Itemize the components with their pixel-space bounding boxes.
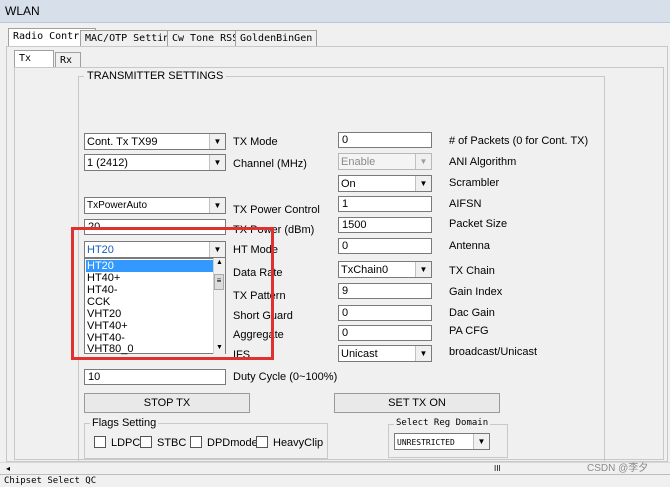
packet-size-label: Packet Size <box>449 218 508 230</box>
chevron-down-icon: ▼ <box>415 154 431 169</box>
reg-domain-select[interactable]: UNRESTRICTED ▼ <box>394 433 490 450</box>
tx-power-control-label: TX Power Control <box>233 204 320 216</box>
chevron-down-icon: ▼ <box>209 134 225 149</box>
packets-label: # of Packets (0 for Cont. TX) <box>449 135 589 147</box>
ani-algorithm-select[interactable]: Enable ▼ <box>338 153 432 170</box>
tx-mode-select[interactable]: Cont. Tx TX99 ▼ <box>84 133 226 150</box>
chevron-down-icon: ▼ <box>209 198 225 213</box>
gain-index-field[interactable]: 9 <box>338 283 432 299</box>
gain-index-label: Gain Index <box>449 286 503 298</box>
tx-power-control-select[interactable]: TxPowerAuto ▼ <box>84 197 226 214</box>
chevron-down-icon: ▼ <box>415 262 431 277</box>
checkbox-box[interactable] <box>140 436 152 448</box>
chipset-select-label: Chipset Select QC <box>4 476 97 486</box>
tx-mode-label: TX Mode <box>233 136 278 148</box>
broadcast-label: broadcast/Unicast <box>449 346 538 358</box>
stop-tx-button[interactable]: STOP TX <box>84 393 250 413</box>
aifsn-field[interactable]: 1 <box>338 196 432 212</box>
ani-algorithm-label: ANI Algorithm <box>449 156 517 168</box>
dac-gain-label: Dac Gain <box>449 307 495 319</box>
window-title: WLAN <box>5 4 40 18</box>
chevron-down-icon: ▼ <box>415 176 431 191</box>
dpdmode-checkbox[interactable]: DPDmode <box>190 436 258 449</box>
tab-goldenbingen[interactable]: GoldenBinGen <box>235 30 318 47</box>
tx-chain-label: TX Chain <box>449 265 495 277</box>
tx-chain-select[interactable]: TxChain0 ▼ <box>338 261 432 278</box>
checkbox-box[interactable] <box>190 436 202 448</box>
chevron-down-icon: ▼ <box>415 346 431 361</box>
pa-cfg-field[interactable]: 0 <box>338 325 432 341</box>
duty-cycle-field[interactable]: 10 <box>84 369 226 385</box>
dac-gain-field[interactable]: 0 <box>338 305 432 321</box>
antenna-label: Antenna <box>449 240 490 252</box>
packet-size-field[interactable]: 1500 <box>338 217 432 233</box>
chevron-down-icon: ▼ <box>473 434 489 449</box>
pa-cfg-label: PA CFG <box>449 325 489 337</box>
duty-cycle-label: Duty Cycle (0~100%) <box>233 371 338 383</box>
antenna-field[interactable]: 0 <box>338 238 432 254</box>
flags-setting-title: Flags Setting <box>90 417 159 429</box>
window-titlebar: WLAN <box>0 0 670 23</box>
channel-select[interactable]: 1 (2412) ▼ <box>84 154 226 171</box>
status-strip: Chipset Select QC <box>0 474 670 487</box>
ldpc-checkbox[interactable]: LDPC <box>94 436 140 449</box>
channel-label: Channel (MHz) <box>233 158 307 170</box>
red-highlight-box <box>71 227 274 360</box>
packets-field[interactable]: 0 <box>338 132 432 148</box>
broadcast-select[interactable]: Unicast ▼ <box>338 345 432 362</box>
chevron-down-icon: ▼ <box>209 155 225 170</box>
stbc-checkbox[interactable]: STBC <box>140 436 186 449</box>
group-title: TRANSMITTER SETTINGS <box>84 70 227 82</box>
scrambler-label: Scrambler <box>449 177 500 189</box>
heavyclip-checkbox[interactable]: HeavyClip <box>256 436 323 449</box>
scrambler-select[interactable]: On ▼ <box>338 175 432 192</box>
checkbox-box[interactable] <box>94 436 106 448</box>
aifsn-label: AIFSN <box>449 198 482 210</box>
set-tx-on-button[interactable]: SET TX ON <box>334 393 500 413</box>
checkbox-box[interactable] <box>256 436 268 448</box>
reg-domain-title: Select Reg Domain <box>394 418 491 428</box>
